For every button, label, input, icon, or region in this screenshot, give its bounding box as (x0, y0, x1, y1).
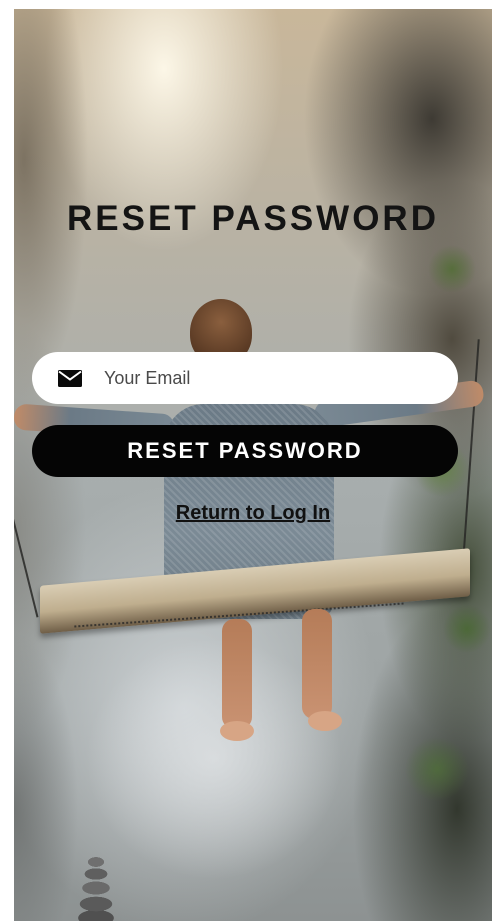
reset-password-screen: RESET PASSWORD RESET PASSWORD Return to … (14, 9, 492, 921)
email-field[interactable] (32, 352, 458, 404)
person-foot-left (220, 721, 254, 741)
return-to-login-link[interactable]: Return to Log In (14, 502, 492, 525)
page-title: RESET PASSWORD (67, 199, 439, 238)
person-leg-right (302, 609, 332, 719)
stacked-stones (74, 854, 118, 921)
email-input[interactable] (104, 367, 404, 389)
reset-password-button[interactable]: RESET PASSWORD (32, 425, 458, 477)
person-leg-left (222, 619, 252, 729)
mail-icon (58, 369, 82, 387)
person-foot-right (308, 711, 342, 731)
